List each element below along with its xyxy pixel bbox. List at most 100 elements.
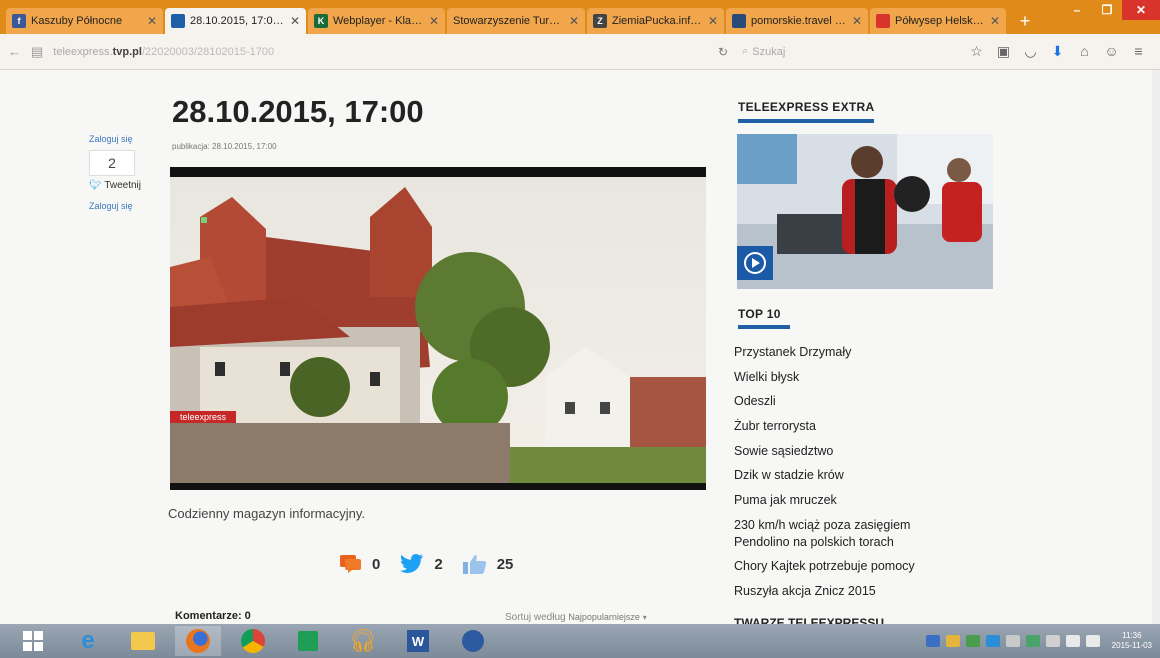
site-identity-icon[interactable]: ▤ — [31, 44, 43, 60]
comment-count[interactable]: 0 — [340, 555, 380, 573]
word-glyph: W — [407, 630, 429, 652]
maximize-button[interactable]: ❐ — [1092, 0, 1122, 20]
bookmark-star-icon[interactable]: ☆ — [963, 43, 990, 60]
menu-icon[interactable]: ≡ — [1125, 43, 1152, 60]
pocket-icon[interactable]: ◡ — [1017, 43, 1044, 60]
search-field[interactable]: ⌕ Szukaj — [738, 40, 945, 64]
back-icon[interactable]: ← — [8, 44, 21, 59]
teleexpress-extra-thumbnail[interactable] — [737, 134, 993, 289]
start-button[interactable] — [10, 626, 56, 656]
top10-item[interactable]: Ruszyła akcja Znicz 2015 — [734, 579, 954, 604]
play-button[interactable] — [737, 246, 773, 280]
top10-list: Przystanek Drzymały Wielki błysk Odeszli… — [734, 340, 954, 603]
like-count[interactable]: 25 — [462, 554, 513, 574]
video-player[interactable]: teleexpress — [170, 167, 706, 490]
page-scrollbar[interactable] — [1152, 70, 1160, 624]
tweet-count-value: 2 — [434, 555, 443, 573]
minimize-button[interactable]: – — [1062, 0, 1092, 20]
tab-ziemiapucka[interactable]: Z ZiemiaPucka.info -... ✕ — [587, 8, 724, 34]
tray-icon[interactable] — [1045, 635, 1060, 647]
tab-polwysep[interactable]: Półwysep Helski, ... ✕ — [870, 8, 1006, 34]
video-frame — [170, 177, 706, 483]
tweet-count[interactable]: 2 — [400, 554, 443, 574]
tray-icon[interactable] — [1025, 635, 1040, 647]
twitter-icon — [400, 554, 424, 573]
chrome-icon[interactable] — [230, 626, 276, 656]
new-tab-button[interactable]: + — [1012, 8, 1038, 34]
window-controls: – ❐ ✕ — [1062, 0, 1160, 20]
store-icon[interactable] — [285, 626, 331, 656]
close-tab-icon[interactable]: ✕ — [290, 14, 300, 28]
ie-glyph: e — [81, 627, 95, 654]
close-tab-icon[interactable]: ✕ — [852, 14, 862, 28]
top10-item[interactable]: Żubr terrorysta — [734, 414, 954, 439]
tab-webplayer[interactable]: K Webplayer - Klassi... ✕ — [308, 8, 445, 34]
close-tab-icon[interactable]: ✕ — [429, 14, 439, 28]
top10-item[interactable]: Sowie sąsiedztwo — [734, 439, 954, 464]
smiley-icon[interactable]: ☺ — [1098, 43, 1125, 60]
tab-title: Stowarzyszenie Turyst... — [453, 15, 563, 27]
navigation-bar: ← ▤ teleexpress. tvp.pl /22020003/281020… — [0, 34, 1160, 70]
top10-item-text: 230 km/h wciąż poza zasięgiem Pendolino … — [734, 517, 911, 549]
windows-logo-icon — [23, 631, 43, 651]
headphones-app-icon[interactable]: 🎧︎ — [340, 626, 386, 656]
top10-item[interactable]: Dzik w stadzie krów — [734, 463, 954, 488]
tab-teleexpress[interactable]: 28.10.2015, 17:00 -... ✕ — [165, 8, 306, 34]
tab-kaszuby[interactable]: f Kaszuby Północne ✕ — [6, 8, 163, 34]
top10-item[interactable]: Przystanek Drzymały — [734, 340, 954, 365]
download-icon[interactable]: ⬇ — [1044, 43, 1071, 60]
top10-item[interactable]: Chory Kajtek potrzebuje pomocy — [734, 554, 954, 579]
tab-title: 28.10.2015, 17:00 -... — [190, 15, 284, 27]
internet-explorer-icon[interactable]: e — [65, 626, 111, 656]
clock-time: 11:36 — [1122, 631, 1142, 640]
login-link[interactable]: Zaloguj się — [85, 134, 155, 144]
tab-title: Półwysep Helski, ... — [895, 15, 984, 27]
reading-list-icon[interactable]: ▣ — [990, 43, 1017, 60]
bookmark-red-icon — [876, 14, 890, 28]
tweet-button[interactable]: 🐦︎ Tweetnij — [85, 180, 155, 191]
taskbar-clock[interactable]: 11:36 2015-11-03 — [1112, 631, 1152, 651]
close-tab-icon[interactable]: ✕ — [990, 14, 1000, 28]
url-path: /22020003/28102015-1700 — [141, 45, 275, 58]
tray-icon[interactable] — [965, 635, 980, 647]
top10-item[interactable]: Puma jak mruczek — [734, 488, 954, 513]
tab-pomorskie[interactable]: pomorskie.travel |... ✕ — [726, 8, 868, 34]
sort-dropdown[interactable]: Najpopularniejsze — [568, 612, 640, 622]
tweet-label: Tweetnij — [104, 180, 141, 191]
twarze-heading: TWARZE TELEEXPRESSU — [734, 616, 885, 624]
close-window-button[interactable]: ✕ — [1122, 0, 1160, 20]
sort-control[interactable]: Sortuj według Najpopularniejsze ▾ — [505, 612, 647, 623]
tray-icon[interactable] — [1005, 635, 1020, 647]
page-content: Zaloguj się 2 🐦︎ Tweetnij Zaloguj się 28… — [0, 70, 1160, 624]
reload-icon[interactable]: ↻ — [718, 45, 728, 59]
tray-icon[interactable] — [945, 635, 960, 647]
volume-icon[interactable] — [1085, 635, 1100, 647]
settings-app-icon[interactable] — [450, 626, 496, 656]
windows-taskbar: e 🎧︎ W 11:36 2015-11-03 — [0, 624, 1160, 658]
tray-icon[interactable] — [925, 635, 940, 647]
page-title: 28.10.2015, 17:00 — [172, 94, 424, 129]
tab-stowarzyszenie[interactable]: Stowarzyszenie Turyst... ✕ — [447, 8, 585, 34]
close-tab-icon[interactable]: ✕ — [708, 14, 718, 28]
chrome-glyph — [241, 629, 265, 653]
sort-label: Sortuj według — [505, 612, 566, 623]
firefox-icon[interactable] — [175, 626, 221, 656]
file-explorer-icon[interactable] — [120, 626, 166, 656]
address-bar[interactable]: teleexpress. tvp.pl /22020003/28102015-1… — [53, 40, 728, 64]
login-link-bottom[interactable]: Zaloguj się — [85, 201, 155, 211]
close-tab-icon[interactable]: ✕ — [147, 14, 157, 28]
comment-bubble-icon — [340, 555, 361, 573]
teleexpress-extra-heading: TELEEXPRESS EXTRA — [738, 100, 875, 114]
clock-date: 2015-11-03 — [1111, 641, 1152, 650]
top10-item[interactable]: 230 km/h wciąż poza zasięgiem Pendolino … — [734, 513, 954, 554]
top10-item[interactable]: Wielki błysk — [734, 365, 954, 390]
network-icon[interactable] — [1065, 635, 1080, 647]
home-icon[interactable]: ⌂ — [1071, 43, 1098, 60]
word-icon[interactable]: W — [395, 626, 441, 656]
tab-title: Webplayer - Klassi... — [333, 15, 423, 27]
headphones-glyph: 🎧︎ — [349, 628, 377, 653]
tray-icon[interactable] — [985, 635, 1000, 647]
tab-title: Kaszuby Północne — [31, 15, 123, 27]
top10-item[interactable]: Odeszli — [734, 389, 954, 414]
close-tab-icon[interactable]: ✕ — [569, 14, 579, 28]
